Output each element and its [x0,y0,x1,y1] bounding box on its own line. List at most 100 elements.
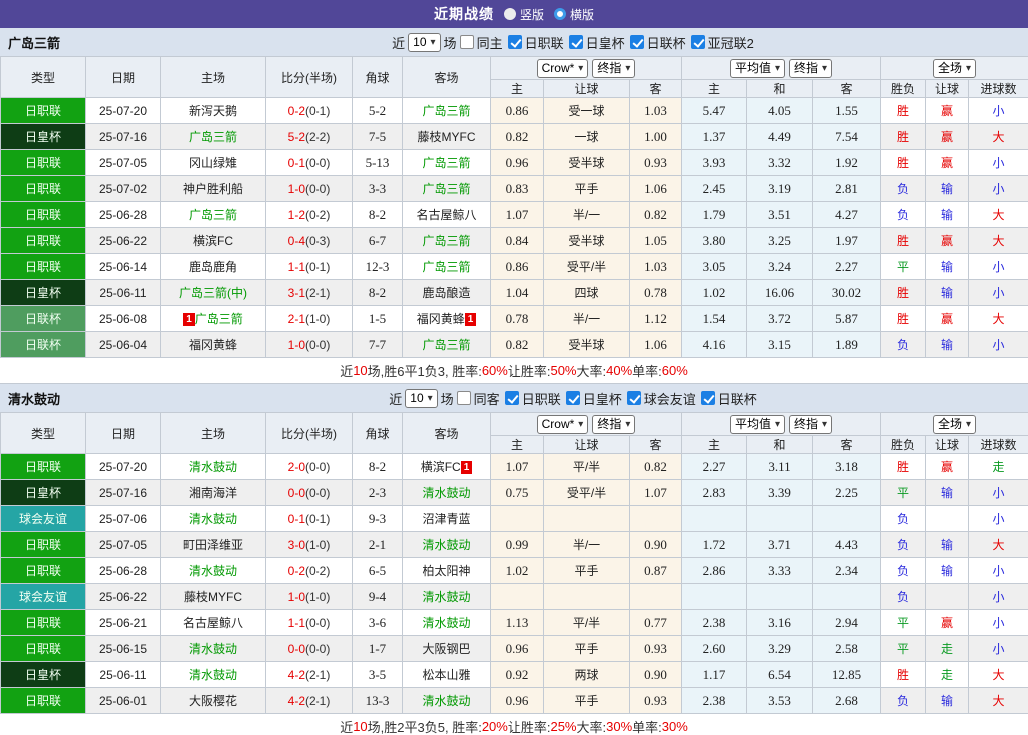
handicap-line-cell: 受平/半 [543,253,630,280]
handicap-home-odds-cell: 1.04 [490,279,544,306]
handicap-line-cell: 受平/半 [543,479,630,506]
summary-segment: 近 [340,364,354,379]
home-team-name: 清水鼓动 [188,668,237,682]
goals-result-cell: 大 [968,305,1028,332]
avg-home-odds-cell: 1.54 [681,305,748,332]
sub-column-header: 主 [490,79,544,98]
match-count-select[interactable]: 10 ▾ [408,32,441,52]
result-text: 大 [992,208,1005,222]
away-team-cell: 广岛三箭 [402,97,491,124]
filter-bar: 近 10 ▾ 场同主 日职联 日皇杯 日联杯 亚冠联2 [272,32,756,52]
avg-home-odds-cell [681,583,748,610]
league-filter-checkbox[interactable] [504,391,519,405]
halftime-score: (0-0) [305,155,331,170]
summary-segment: 单率: [632,364,662,379]
odds-group-header: Crow* ▾ 终指 ▾ [489,412,683,436]
chevron-down-icon: ▾ [427,392,433,404]
league-filter-checkbox[interactable] [507,35,522,49]
handicap-home-odds-cell: 0.86 [490,97,544,124]
match-row: 日职联 25-06-28 清水鼓动 0-2(0-2) 6-5 柏太阳神 1.02 平手 0.87… [0,557,1028,584]
same-venue-checkbox[interactable] [459,35,474,49]
home-team-name: 名古屋鲸八 [182,616,243,630]
scope-select-value: 全场 [938,60,963,75]
result-text: 胜 [897,668,910,682]
result-text: 平 [897,616,910,630]
average-select-value: 平均值 [734,416,771,431]
average-select[interactable]: 平均值 ▾ [729,58,786,78]
home-team-cell: 广岛三箭 [160,123,266,150]
scope-select[interactable]: 全场 ▾ [933,414,977,434]
layout-radio-vertical[interactable]: 竖版 [503,6,544,23]
away-team-cell: 广岛三箭 [402,149,491,176]
league-filter-label: 日联杯 [717,391,757,407]
match-count-select[interactable]: 10 ▾ [405,388,438,408]
score-cell: 0-2(0-2) [265,557,353,584]
avg-home-odds-cell: 1.37 [681,123,748,150]
handicap-result-cell: 输 [925,201,970,228]
league-filter-checkbox[interactable] [700,391,715,405]
final-average-select[interactable]: 终指 ▾ [789,58,833,78]
final-odds-select[interactable]: 终指 ▾ [592,58,636,78]
fulltime-score: 4-2 [287,693,305,708]
handicap-away-odds-cell: 0.82 [628,201,683,228]
handicap-home-odds-cell: 0.92 [490,661,544,688]
layout-radio-horizontal[interactable]: 横版 [554,6,594,23]
away-team-cell: 广岛三箭 [402,253,491,280]
goals-result-cell: 小 [968,97,1028,124]
final-average-select[interactable]: 终指 ▾ [789,414,833,434]
avg-away-odds-cell: 2.94 [812,609,882,636]
radio-selected-icon[interactable] [503,8,516,20]
away-team-name: 广岛三箭 [422,156,471,170]
scope-select[interactable]: 全场 ▾ [933,58,977,78]
summary-segment: 10 [353,719,368,734]
result-cell: 平 [880,253,927,280]
avg-away-odds-cell: 7.54 [812,123,882,150]
avg-draw-odds-cell: 3.25 [746,227,814,254]
final-average-select-value: 终指 [794,416,819,431]
handicap-result-cell: 赢 [925,97,970,124]
match-row: 球会友谊 25-06-22 藤枝MYFC 1-0(1-0) 9-4 清水鼓动负小 [0,583,1028,610]
halftime-score: (0-1) [305,259,331,274]
league-filter-checkbox[interactable] [629,35,644,49]
summary-segment: 大率: [576,720,607,735]
handicap-away-odds-cell: 0.78 [628,279,683,306]
halftime-score: (1-0) [305,589,331,604]
same-venue-checkbox[interactable] [456,391,471,405]
league-filter-label: 亚冠联2 [707,35,754,51]
fulltime-score: 2-1 [287,311,305,326]
league-filter-checkbox[interactable] [690,35,705,49]
bookmaker-select[interactable]: Crow* ▾ [536,58,589,78]
result-text: 赢 [941,104,954,118]
league-filter-checkbox[interactable] [565,391,580,405]
final-odds-select[interactable]: 终指 ▾ [592,414,636,434]
card-badge: 1 [183,313,195,326]
halftime-score: (2-1) [305,667,331,682]
score-cell: 0-1(0-1) [265,505,353,532]
avg-draw-odds-cell: 3.16 [746,609,814,636]
bookmaker-select[interactable]: Crow* ▾ [536,414,589,434]
summary-segment: 让胜率: [507,720,551,735]
league-filter-checkbox[interactable] [568,35,583,49]
result-cell: 平 [880,635,927,662]
handicap-result-cell: 赢 [925,149,970,176]
summary-segment: 25% [550,719,577,734]
handicap-result-cell: 输 [925,279,970,306]
same-venue-label: 同主 [476,35,503,51]
corner-cell: 3-6 [352,609,403,636]
sub-column-header: 胜负 [880,435,927,454]
record-summary: 近 10 场,胜2平3负5, 胜率: 20% 让胜率: 25% 大率: 30% 单率: 30… [0,714,1028,735]
league-filter-checkbox[interactable] [626,391,641,405]
date-cell: 25-06-08 [85,305,161,332]
summary-segment: 30% [606,719,633,734]
sub-column-header: 和 [746,79,814,98]
date-cell: 25-06-14 [85,253,161,280]
home-team-cell: 广岛三箭 [160,201,266,228]
result-text: 负 [897,590,910,604]
avg-draw-odds-cell: 3.39 [746,479,814,506]
average-select[interactable]: 平均值 ▾ [729,414,786,434]
date-cell: 25-06-28 [85,557,161,584]
radio-unselected-icon[interactable] [554,8,566,20]
sub-column-header: 主 [681,435,748,454]
score-cell: 2-0(0-0) [265,453,353,480]
handicap-result-cell: 输 [925,175,970,202]
